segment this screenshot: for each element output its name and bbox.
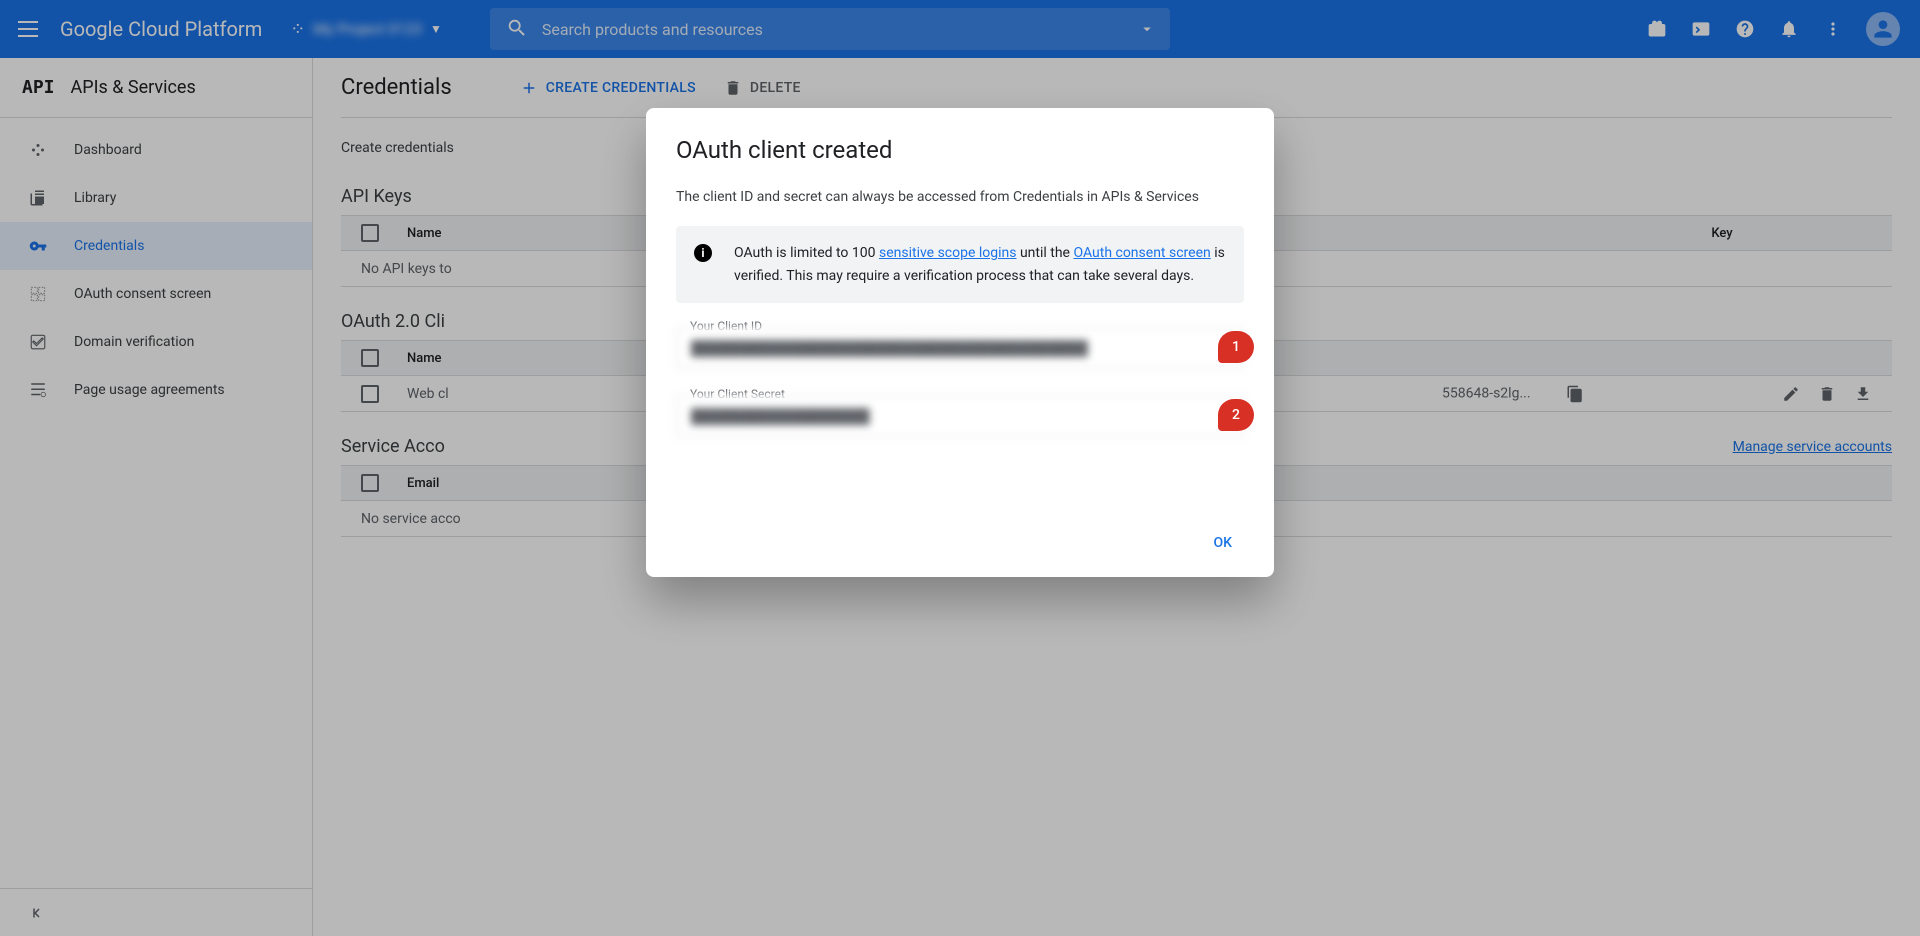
client-id-field: Your Client ID 1 <box>676 327 1244 369</box>
modal-overlay[interactable]: OAuth client created The client ID and s… <box>0 0 1920 936</box>
client-secret-field: Your Client Secret 2 <box>676 395 1244 437</box>
dialog-actions: OK <box>676 527 1244 559</box>
sensitive-scope-link[interactable]: sensitive scope logins <box>879 245 1017 261</box>
info-text: OAuth is limited to 100 sensitive scope … <box>734 242 1226 287</box>
info-box: i OAuth is limited to 100 sensitive scop… <box>676 226 1244 303</box>
annotation-badge-2: 2 <box>1218 399 1254 431</box>
consent-screen-link[interactable]: OAuth consent screen <box>1073 245 1210 261</box>
info-icon: i <box>694 244 712 262</box>
client-id-input[interactable] <box>676 327 1244 369</box>
dialog-title: OAuth client created <box>676 136 1244 164</box>
client-secret-input[interactable] <box>676 395 1244 437</box>
oauth-created-dialog: OAuth client created The client ID and s… <box>646 108 1274 577</box>
annotation-badge-1: 1 <box>1218 331 1254 363</box>
dialog-description: The client ID and secret can always be a… <box>676 186 1244 208</box>
ok-button[interactable]: OK <box>1202 527 1245 559</box>
